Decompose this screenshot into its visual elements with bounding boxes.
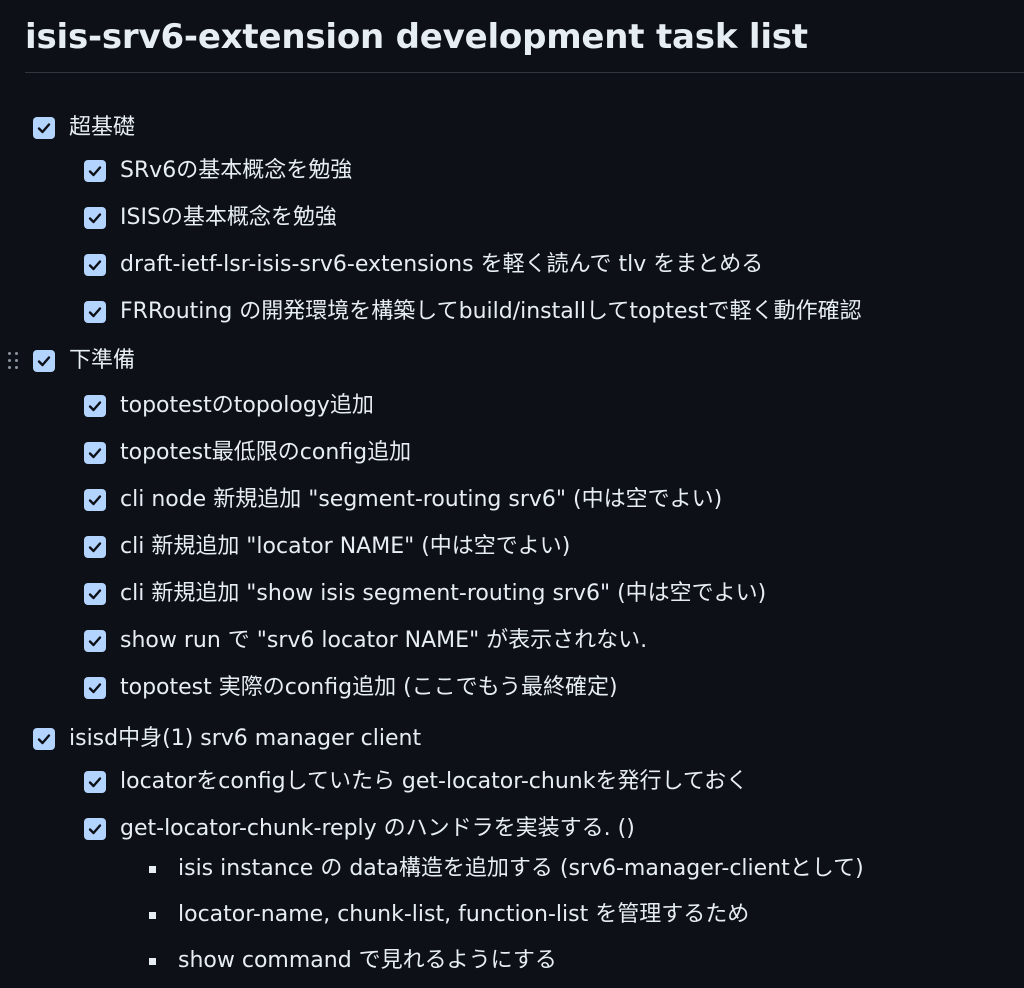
task-label: draft-ietf-lsr-isis-srv6-extensions を軽く読… bbox=[120, 252, 764, 277]
page-title: isis-srv6-extension development task lis… bbox=[25, 17, 808, 57]
task-list-page: isis-srv6-extension development task lis… bbox=[0, 0, 1024, 988]
task-item: ISISの基本概念を勉強 bbox=[84, 202, 337, 234]
task-group-超基礎: 超基礎 bbox=[33, 112, 135, 144]
task-label: topotestのtopology追加 bbox=[120, 393, 374, 418]
checkbox-checked-icon[interactable] bbox=[84, 489, 106, 511]
task-label: topotest最低限のconfig追加 bbox=[120, 440, 412, 465]
list-item: locator-name, chunk-list, function-list … bbox=[149, 899, 749, 931]
checkbox-checked-icon[interactable] bbox=[33, 728, 55, 750]
task-item: cli 新規追加 "locator NAME" (中は空でよい) bbox=[84, 531, 570, 563]
list-item: show command で見れるようにする bbox=[149, 945, 557, 977]
task-item: topotest 実際のconfig追加 (ここでもう最終確定) bbox=[84, 672, 618, 704]
task-item: draft-ietf-lsr-isis-srv6-extensions を軽く読… bbox=[84, 249, 763, 281]
task-label: cli 新規追加 "locator NAME" (中は空でよい) bbox=[120, 534, 571, 559]
checkbox-checked-icon[interactable] bbox=[84, 771, 106, 793]
task-label: 下準備 bbox=[69, 348, 136, 373]
task-label: show run で "srv6 locator NAME" が表示されない. bbox=[120, 628, 648, 653]
task-item: FRRouting の開発環境を構築してbuild/installしてtopte… bbox=[84, 296, 862, 328]
task-label: FRRouting の開発環境を構築してbuild/installしてtopte… bbox=[120, 299, 862, 324]
task-label: isisd中身(1) srv6 manager client bbox=[69, 726, 422, 751]
list-item-label: isis instance の data構造を追加する (srv6-manage… bbox=[178, 856, 864, 881]
checkbox-checked-icon[interactable] bbox=[84, 395, 106, 417]
checkbox-checked-icon[interactable] bbox=[84, 160, 106, 182]
checkbox-checked-icon[interactable] bbox=[84, 677, 106, 699]
checkbox-checked-icon[interactable] bbox=[84, 630, 106, 652]
task-item: cli node 新規追加 "segment-routing srv6" (中は… bbox=[84, 484, 722, 516]
task-group-下準備: 下準備 bbox=[33, 345, 135, 377]
task-label: ISISの基本概念を勉強 bbox=[120, 205, 337, 230]
task-item: show run で "srv6 locator NAME" が表示されない. bbox=[84, 625, 647, 657]
square-bullet-icon bbox=[149, 911, 156, 919]
task-label: cli 新規追加 "show isis segment-routing srv6… bbox=[120, 581, 767, 606]
checkbox-checked-icon[interactable] bbox=[84, 254, 106, 276]
task-label: cli node 新規追加 "segment-routing srv6" (中は… bbox=[120, 487, 723, 512]
task-label: locatorをconfigしていたら get-locator-chunkを発行… bbox=[120, 769, 749, 794]
list-item-label: locator-name, chunk-list, function-list … bbox=[178, 902, 750, 927]
checkbox-checked-icon[interactable] bbox=[84, 301, 106, 323]
task-label: get-locator-chunk-reply のハンドラを実装する. () bbox=[120, 816, 635, 841]
checkbox-checked-icon[interactable] bbox=[84, 583, 106, 605]
task-group-isisd: isisd中身(1) srv6 manager client bbox=[33, 723, 421, 755]
task-item: topotestのtopology追加 bbox=[84, 390, 374, 422]
title-divider bbox=[25, 72, 1024, 73]
task-item: cli 新規追加 "show isis segment-routing srv6… bbox=[84, 578, 766, 610]
square-bullet-icon bbox=[149, 865, 156, 873]
checkbox-checked-icon[interactable] bbox=[33, 117, 55, 139]
square-bullet-icon bbox=[149, 957, 156, 965]
task-item: locatorをconfigしていたら get-locator-chunkを発行… bbox=[84, 766, 748, 798]
checkbox-checked-icon[interactable] bbox=[33, 350, 55, 372]
list-item-label: show command で見れるようにする bbox=[178, 948, 557, 973]
checkbox-checked-icon[interactable] bbox=[84, 207, 106, 229]
task-label: 超基礎 bbox=[69, 115, 136, 140]
checkbox-checked-icon[interactable] bbox=[84, 536, 106, 558]
checkbox-checked-icon[interactable] bbox=[84, 818, 106, 840]
list-item: isis instance の data構造を追加する (srv6-manage… bbox=[149, 853, 864, 885]
checkbox-checked-icon[interactable] bbox=[84, 442, 106, 464]
drag-handle-icon[interactable] bbox=[8, 352, 20, 370]
task-label: SRv6の基本概念を勉強 bbox=[120, 158, 353, 183]
task-item: get-locator-chunk-reply のハンドラを実装する. () bbox=[84, 813, 635, 845]
task-label: topotest 実際のconfig追加 (ここでもう最終確定) bbox=[120, 675, 618, 700]
task-item: SRv6の基本概念を勉強 bbox=[84, 155, 352, 187]
task-item: topotest最低限のconfig追加 bbox=[84, 437, 411, 469]
